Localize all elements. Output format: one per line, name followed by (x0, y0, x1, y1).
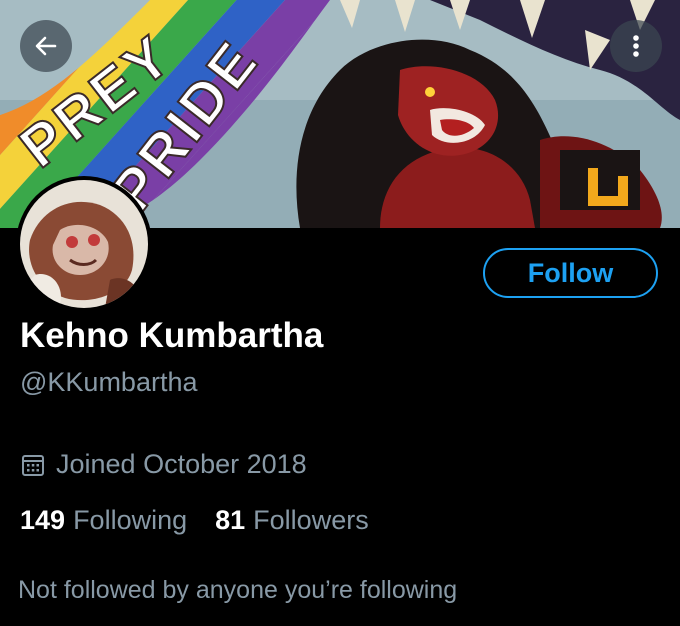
avatar-image (20, 180, 148, 308)
calendar-icon (20, 452, 46, 478)
followers-stat[interactable]: 81 Followers (215, 505, 369, 536)
back-button[interactable] (20, 20, 72, 72)
followed-by-note: Not followed by anyone you’re following (18, 576, 458, 604)
follow-button[interactable]: Follow (483, 248, 658, 298)
user-handle: @KKumbartha (20, 367, 198, 397)
following-label: Following (73, 505, 188, 535)
followers-label: Followers (253, 505, 369, 535)
followers-count: 81 (215, 505, 246, 535)
more-options-button[interactable] (610, 20, 662, 72)
following-count: 149 (20, 505, 66, 535)
more-vertical-icon (633, 35, 639, 57)
arrow-left-icon (35, 36, 57, 56)
display-name: Kehno Kumbartha (20, 316, 324, 355)
joined-text: Joined October 2018 (56, 449, 307, 479)
following-stat[interactable]: 149 Following (20, 505, 187, 536)
joined-date: Joined October 2018 (20, 449, 307, 480)
follow-stats: 149 Following 81 Followers (20, 505, 369, 536)
avatar[interactable] (16, 176, 152, 312)
